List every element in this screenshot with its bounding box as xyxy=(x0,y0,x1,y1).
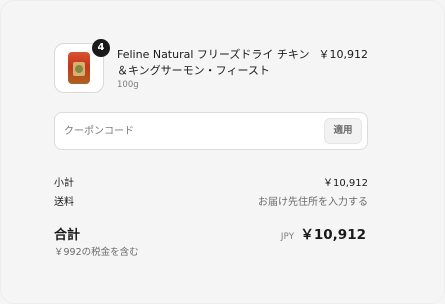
product-name: Feline Natural フリーズドライ チキン＆キングサーモン・フィースト xyxy=(117,48,310,77)
product-price: ￥10,912 xyxy=(318,48,369,61)
total-amount: ￥10,912 xyxy=(300,227,366,243)
shipping-value: お届け先住所を入力する xyxy=(258,197,368,208)
coupon-field: 適用 xyxy=(54,112,368,150)
order-summary-panel: 4 Feline Natural フリーズドライ チキン＆キングサーモン・フィー… xyxy=(0,0,445,304)
total-label: 合計 xyxy=(54,228,81,243)
coupon-input[interactable] xyxy=(64,122,314,140)
shipping-label: 送料 xyxy=(54,197,74,208)
cat-food-bag-icon xyxy=(68,52,90,84)
shipping-row: 送料 お届け先住所を入力する xyxy=(54,195,368,211)
line-item: 4 Feline Natural フリーズドライ チキン＆キングサーモン・フィー… xyxy=(54,39,369,97)
apply-coupon-button[interactable]: 適用 xyxy=(324,118,362,144)
total-value-group: JPY ￥10,912 xyxy=(281,223,366,243)
subtotal-value: ￥10,912 xyxy=(323,178,368,189)
quantity-badge: 4 xyxy=(92,39,110,57)
currency-code: JPY xyxy=(280,232,295,242)
tax-note: ￥992の税金を含む xyxy=(54,247,139,258)
subtotal-label: 小計 xyxy=(54,178,74,189)
subtotal-row: 小計 ￥10,912 xyxy=(54,176,368,192)
product-variant: 100g xyxy=(117,80,139,90)
